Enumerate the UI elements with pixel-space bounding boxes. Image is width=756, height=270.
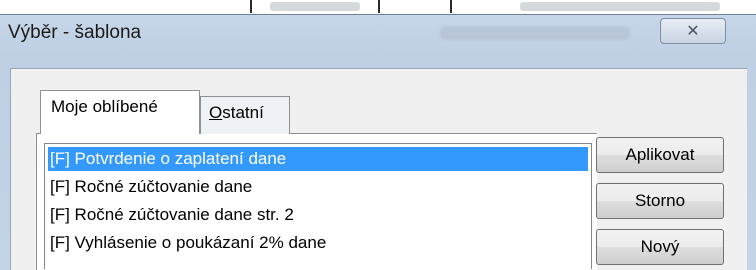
background-cell [380,0,452,13]
background-window-strip [0,0,756,15]
new-button[interactable]: Nový [596,229,724,265]
tab-other-mnemonic: O [209,103,223,122]
cancel-button[interactable]: Storno [596,183,724,219]
background-cell [60,0,252,13]
list-item[interactable]: [F] Vyhlásenie o poukázaní 2% dane [48,231,588,255]
tab-favorites[interactable]: Moje oblíbené [40,90,200,134]
title-bar-blur [440,26,630,40]
template-list[interactable]: [F] Potvrdenie o zaplatení dane [F] Ročn… [44,143,592,269]
list-item[interactable]: [F] Potvrdenie o zaplatení dane [48,147,588,171]
tab-other[interactable]: Ostatní [200,96,290,134]
apply-button[interactable]: Aplikovat [596,137,724,173]
tab-favorites-label: Moje oblíbené [51,97,158,116]
list-item[interactable]: [F] Ročné zúčtovanie dane [48,175,588,199]
background-blur [270,2,360,11]
tab-other-label: statní [222,103,264,122]
background-blur [520,2,720,11]
close-icon: ✕ [686,21,700,40]
list-item[interactable]: [F] Ročné zúčtovanie dane str. 2 [48,203,588,227]
close-button[interactable]: ✕ [660,18,726,44]
window-title: Výběr - šablona [8,22,142,43]
